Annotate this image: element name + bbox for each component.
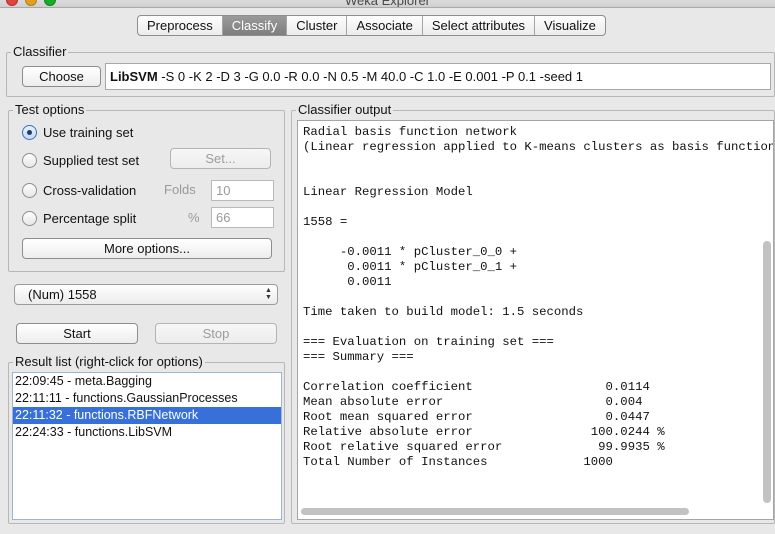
class-attribute-value: (Num) 1558 [28, 287, 97, 302]
classifier-name: LibSVM [110, 69, 158, 84]
choose-classifier-button[interactable]: Choose [22, 66, 101, 87]
window-title: Weka Explorer [344, 0, 430, 8]
tab-preprocess[interactable]: Preprocess [138, 16, 223, 35]
stop-button[interactable]: Stop [155, 323, 277, 344]
window-titlebar: Weka Explorer [0, 0, 775, 8]
tab-cluster[interactable]: Cluster [287, 16, 348, 35]
tab-select-attributes[interactable]: Select attributes [423, 16, 536, 35]
classifier-output-group-title: Classifier output [296, 102, 394, 118]
class-attribute-select[interactable]: (Num) 1558 ▲ ▼ [14, 284, 278, 305]
result-list-item-selected[interactable]: 22:11:32 - functions.RBFNetwork [13, 407, 281, 424]
classifier-output-text: Radial basis function network (Linear re… [303, 125, 773, 469]
supplied-test-set-radio[interactable] [22, 152, 37, 168]
main-tabbar: Preprocess Classify Cluster Associate Se… [137, 15, 606, 36]
cross-validation-label: Cross-validation [43, 182, 137, 198]
percent-input[interactable]: 66 [211, 207, 274, 228]
result-list-item[interactable]: 22:24:33 - functions.LibSVM [13, 424, 281, 441]
result-list-item[interactable]: 22:09:45 - meta.Bagging [13, 373, 281, 390]
test-options-group-title: Test options [13, 102, 87, 118]
tab-classify[interactable]: Classify [222, 16, 288, 35]
use-training-set-option[interactable]: Use training set [22, 123, 133, 141]
classifier-config-field[interactable]: LibSVM -S 0 -K 2 -D 3 -G 0.0 -R 0.0 -N 0… [105, 63, 771, 90]
percentage-split-label: Percentage split [43, 210, 137, 226]
tab-associate[interactable]: Associate [347, 16, 423, 35]
result-list-group-title: Result list (right-click for options) [13, 354, 205, 370]
start-button[interactable]: Start [16, 323, 138, 344]
classifier-options: -S 0 -K 2 -D 3 -G 0.0 -R 0.0 -N 0.5 -M 4… [157, 69, 583, 84]
supplied-test-set-label: Supplied test set [43, 152, 140, 168]
set-test-set-button[interactable]: Set... [170, 148, 271, 169]
classifier-group-title: Classifier [11, 44, 69, 60]
percent-label: % [188, 210, 200, 225]
output-vertical-scrollbar[interactable] [763, 241, 771, 503]
tab-visualize[interactable]: Visualize [535, 16, 605, 35]
classifier-output-panel[interactable]: Radial basis function network (Linear re… [297, 120, 774, 520]
more-options-button[interactable]: More options... [22, 238, 272, 259]
result-list[interactable]: 22:09:45 - meta.Bagging 22:11:11 - funct… [12, 372, 282, 520]
updown-arrows-icon: ▲ ▼ [265, 287, 272, 301]
cross-validation-option[interactable]: Cross-validation [22, 181, 136, 199]
output-horizontal-scrollbar[interactable] [301, 508, 689, 515]
folds-label: Folds [164, 182, 196, 197]
result-list-item[interactable]: 22:11:11 - functions.GaussianProcesses [13, 390, 281, 407]
cross-validation-radio[interactable] [22, 182, 37, 198]
percentage-split-radio[interactable] [22, 210, 37, 226]
use-training-set-radio[interactable] [22, 124, 37, 140]
use-training-set-label: Use training set [43, 124, 134, 140]
supplied-test-set-option[interactable]: Supplied test set [22, 151, 139, 169]
folds-input[interactable]: 10 [211, 180, 274, 201]
percentage-split-option[interactable]: Percentage split [22, 209, 136, 227]
